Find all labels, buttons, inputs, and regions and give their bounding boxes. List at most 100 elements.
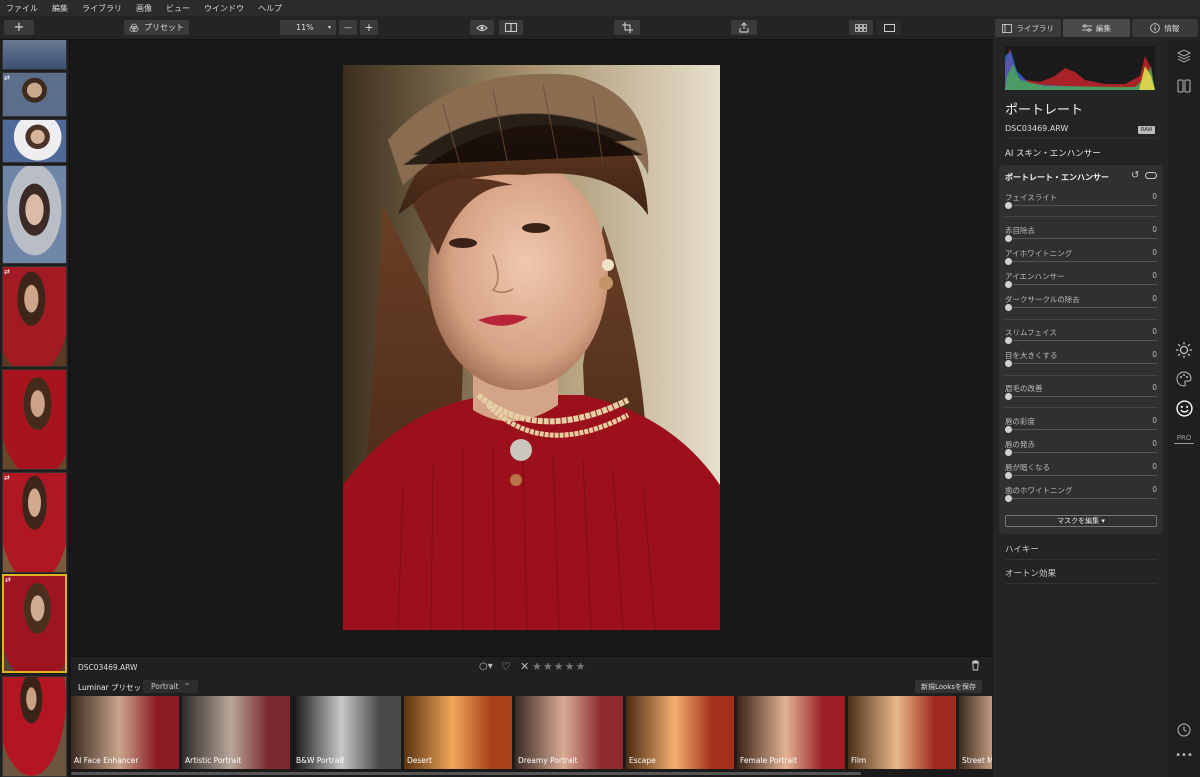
orton-effect-header[interactable]: オートン効果 xyxy=(1005,567,1056,579)
slider-knob[interactable] xyxy=(1005,281,1012,288)
history-clock-icon[interactable] xyxy=(1176,722,1192,738)
look-item[interactable]: AI Face Enhancer xyxy=(71,696,179,769)
tab-info[interactable]: 情報 xyxy=(1131,19,1198,37)
look-item[interactable]: Desert xyxy=(404,696,512,769)
edited-badge-icon: ⇄ xyxy=(4,74,10,82)
slider-value: 0 xyxy=(1152,439,1157,448)
look-label: Street Ma xyxy=(962,756,992,765)
tab-library[interactable]: ライブラリ xyxy=(995,19,1062,37)
look-item[interactable]: Street Ma xyxy=(959,696,992,769)
grid-view-button[interactable] xyxy=(849,20,873,35)
palette-icon[interactable] xyxy=(1175,370,1193,388)
crop-button[interactable] xyxy=(614,20,640,35)
star-rating[interactable]: ★★★★★ xyxy=(532,660,586,673)
menu-image[interactable]: 画像 xyxy=(136,3,152,14)
divider xyxy=(1005,216,1157,217)
preset-category-select[interactable]: Portrait ^ xyxy=(143,680,198,693)
slider-knob[interactable] xyxy=(1005,393,1012,400)
sliders-icon xyxy=(1081,23,1092,32)
canvas-icon[interactable] xyxy=(1176,78,1192,94)
main-photo[interactable] xyxy=(343,65,720,630)
compare-button[interactable] xyxy=(499,20,523,35)
color-label-icon[interactable]: ○▾ xyxy=(479,661,493,672)
reset-icon[interactable]: ↺ xyxy=(1131,170,1139,181)
ai-skin-enhancer-header[interactable]: AI スキン・エンハンサー xyxy=(1005,147,1101,159)
grid-icon xyxy=(855,23,867,32)
filmstrip-thumb[interactable] xyxy=(2,472,67,573)
looks-scrollbar[interactable] xyxy=(71,772,861,775)
share-button[interactable] xyxy=(731,20,757,35)
filmstrip-thumb[interactable] xyxy=(2,119,67,163)
zoom-in-button[interactable]: + xyxy=(360,20,378,35)
slider-value: 0 xyxy=(1152,462,1157,471)
slider-knob[interactable] xyxy=(1005,495,1012,502)
looks-strip: AI Face Enhancer Artistic Portrait B&W P… xyxy=(71,696,992,777)
slider-track xyxy=(1005,284,1157,285)
slider-knob[interactable] xyxy=(1005,472,1012,479)
menu-window[interactable]: ウインドウ xyxy=(204,3,244,14)
look-label: Artistic Portrait xyxy=(185,756,242,765)
slider-track xyxy=(1005,475,1157,476)
slider-value: 0 xyxy=(1152,327,1157,336)
reject-icon[interactable]: ✕ xyxy=(520,660,529,673)
menu-edit[interactable]: 編集 xyxy=(52,3,68,14)
filmstrip-thumb[interactable] xyxy=(2,165,67,264)
slider-value: 0 xyxy=(1152,294,1157,303)
zoom-select[interactable]: 11% ▾ xyxy=(280,20,336,35)
trash-icon[interactable] xyxy=(971,660,980,674)
look-item[interactable]: Film xyxy=(848,696,956,769)
face-icon[interactable] xyxy=(1175,399,1193,417)
divider xyxy=(1005,319,1157,320)
filmstrip-thumb[interactable] xyxy=(2,72,67,117)
eye-icon xyxy=(476,24,488,31)
compare-icon xyxy=(505,23,517,32)
visibility-toggle-icon[interactable] xyxy=(1145,172,1157,179)
look-item[interactable]: Dreamy Portrait xyxy=(515,696,623,769)
menu-help[interactable]: ヘルプ xyxy=(258,3,282,14)
more-options-icon[interactable]: ••• xyxy=(1175,750,1193,761)
pro-icon[interactable]: PRO xyxy=(1174,432,1194,444)
menu-file[interactable]: ファイル xyxy=(6,3,38,14)
image-info-bar: DSC03469.ARW ○▾ ♡ ✕ ★★★★★ xyxy=(71,656,992,678)
filmstrip-thumb[interactable] xyxy=(2,266,67,367)
mask-button[interactable]: マスクを編集 ▾ xyxy=(1005,515,1157,527)
menu-view[interactable]: ビュー xyxy=(166,3,190,14)
slider-knob[interactable] xyxy=(1005,258,1012,265)
filmstrip-thumb-selected[interactable] xyxy=(2,574,67,673)
layers-icon[interactable] xyxy=(1176,48,1192,64)
add-button[interactable]: + xyxy=(4,20,34,35)
portrait-enhancer-title[interactable]: ポートレート・エンハンサー xyxy=(1005,172,1109,183)
tab-edit[interactable]: 編集 xyxy=(1063,19,1130,37)
slider-value: 0 xyxy=(1152,225,1157,234)
zoom-out-button[interactable]: — xyxy=(339,20,357,35)
filmstrip-thumb[interactable] xyxy=(2,369,67,470)
slider-knob[interactable] xyxy=(1005,360,1012,367)
slider-knob[interactable] xyxy=(1005,426,1012,433)
look-item[interactable]: Artistic Portrait xyxy=(182,696,290,769)
crop-icon xyxy=(621,22,633,33)
raw-badge: RAW xyxy=(1138,126,1156,134)
single-view-button[interactable] xyxy=(877,20,901,35)
filmstrip-thumb[interactable] xyxy=(2,40,67,70)
filmstrip-thumb[interactable] xyxy=(2,676,67,777)
menu-library[interactable]: ライブラリ xyxy=(82,3,122,14)
slider-knob[interactable] xyxy=(1005,202,1012,209)
slider-track xyxy=(1005,307,1157,308)
slider-knob[interactable] xyxy=(1005,235,1012,242)
look-label: B&W Portrait xyxy=(296,756,345,765)
heart-icon[interactable]: ♡ xyxy=(501,660,511,673)
presets-button[interactable]: プリセット xyxy=(124,20,189,35)
look-item[interactable]: Female Portrait xyxy=(737,696,845,769)
slider-knob[interactable] xyxy=(1005,304,1012,311)
menu-bar: ファイル 編集 ライブラリ 画像 ビュー ウインドウ ヘルプ xyxy=(0,0,1200,16)
slider-knob[interactable] xyxy=(1005,337,1012,344)
look-item[interactable]: B&W Portrait xyxy=(293,696,401,769)
save-looks-button[interactable]: 新規Looksを保存 xyxy=(914,680,982,693)
look-item[interactable]: Escape xyxy=(626,696,734,769)
slider-value: 0 xyxy=(1152,383,1157,392)
edited-badge-icon: ⇄ xyxy=(4,268,10,276)
sun-icon[interactable] xyxy=(1175,341,1193,359)
slider-knob[interactable] xyxy=(1005,449,1012,456)
preview-eye-button[interactable] xyxy=(470,20,494,35)
high-key-header[interactable]: ハイキー xyxy=(1005,543,1039,555)
